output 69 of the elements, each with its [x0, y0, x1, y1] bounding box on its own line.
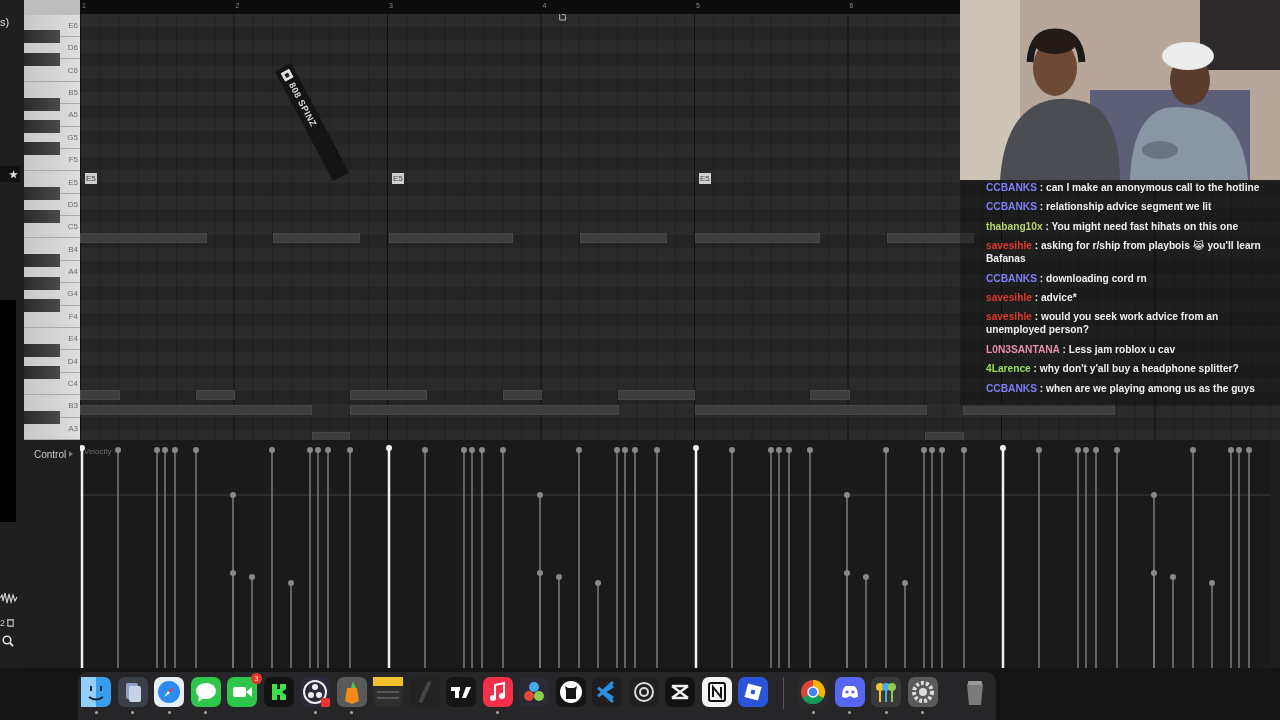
- chat-message: CCBANKS : downloading cord rn: [986, 271, 1148, 285]
- video-camera-icon[interactable]: [227, 677, 257, 707]
- key-label: A4: [68, 267, 78, 277]
- tray-icon[interactable]: [6, 619, 15, 627]
- note-label[interactable]: E5: [85, 173, 97, 184]
- count-label: 2: [0, 618, 5, 628]
- code-editor-icon[interactable]: [592, 677, 622, 707]
- sharp-key[interactable]: [24, 299, 60, 313]
- notes-icon[interactable]: [373, 677, 403, 707]
- chat-message: L0N3SANTANA : Less jam roblox u cav: [986, 342, 1177, 356]
- control-label[interactable]: Control: [34, 448, 67, 460]
- cut-logo-icon[interactable]: [665, 677, 695, 707]
- documents-icon[interactable]: [117, 677, 148, 707]
- chat-bubble-icon[interactable]: [190, 677, 221, 707]
- key-label: D6: [67, 43, 78, 53]
- piano-keyboard[interactable]: E6 D6 C6 B5 A5 G5 F5 E5 D5 C5 B4 A4 G4 F4 E4 D4 C4 B3 A3: [24, 0, 80, 440]
- waveform-icon: [0, 592, 18, 604]
- star-icon[interactable]: [9, 169, 18, 179]
- chat-message: savesihle : advice*: [986, 290, 1078, 304]
- sharp-key[interactable]: [24, 411, 60, 425]
- key-label: B5: [68, 87, 78, 97]
- chat-message: CCBANKS : relationship advice segment we lit: [986, 200, 1213, 214]
- tilted-square-icon[interactable]: [738, 677, 768, 707]
- key-label: D5: [67, 199, 78, 209]
- key-label: F5: [68, 155, 78, 165]
- key-label: G4: [67, 289, 78, 299]
- chat-message: savesihle : would you seek work advice from an unemployed person?: [986, 310, 1220, 337]
- chat-message: savesihle : asking for r/ship from playbois 😹 you'll learn Bafanas: [986, 239, 1262, 266]
- panel-title: s): [0, 16, 10, 28]
- chat-message: CCBANKS : when are we playing among us as the guys: [986, 381, 1256, 395]
- note-label[interactable]: E5: [699, 173, 711, 184]
- chat-message: 4Larence : why don't y'all buy a headphone splitter?: [986, 362, 1240, 376]
- browser-icon[interactable]: [798, 677, 828, 707]
- key-label: B3: [68, 401, 78, 411]
- key-label: A5: [68, 110, 78, 120]
- search-icon[interactable]: [2, 635, 14, 647]
- key-label: B4: [68, 244, 78, 254]
- key-label: C4: [67, 379, 78, 388]
- fruit-icon[interactable]: [336, 677, 367, 707]
- keys-icon[interactable]: [871, 677, 901, 707]
- sharp-key[interactable]: [24, 142, 60, 156]
- game-controller-icon[interactable]: [834, 677, 865, 707]
- blocky-logo-icon[interactable]: [263, 677, 294, 707]
- key-label: G5: [67, 132, 78, 142]
- sharp-key[interactable]: [24, 30, 60, 44]
- sharp-key[interactable]: [24, 366, 60, 380]
- chat-message: CCBANKS : can I make an anonymous call to the hotline: [986, 181, 1261, 194]
- key-label: E6: [68, 20, 78, 30]
- chart-logo-icon[interactable]: [446, 677, 476, 707]
- circle-logo-icon[interactable]: [300, 677, 330, 707]
- key-label: E5: [68, 177, 78, 187]
- key-label: A3: [68, 423, 78, 433]
- music-note-icon[interactable]: [482, 677, 513, 707]
- key-label: D4: [67, 356, 78, 366]
- sticker-icon: [280, 68, 294, 82]
- key-label: C5: [67, 222, 78, 232]
- caret-icon[interactable]: [69, 451, 74, 457]
- notebook-icon[interactable]: [701, 677, 732, 707]
- compass-icon[interactable]: [154, 677, 184, 707]
- key-label: C6: [67, 65, 78, 75]
- note-label[interactable]: E5: [392, 173, 404, 184]
- face-icon[interactable]: [81, 677, 111, 707]
- chat-message: thabang10x : You might need fast hihats on this one: [986, 219, 1240, 233]
- key-label: F4: [68, 311, 78, 321]
- sharp-key[interactable]: [24, 187, 60, 201]
- settings-icon[interactable]: [907, 677, 938, 707]
- petals-icon[interactable]: [519, 677, 549, 707]
- sharp-key[interactable]: [24, 254, 60, 268]
- key-label: E4: [68, 334, 78, 344]
